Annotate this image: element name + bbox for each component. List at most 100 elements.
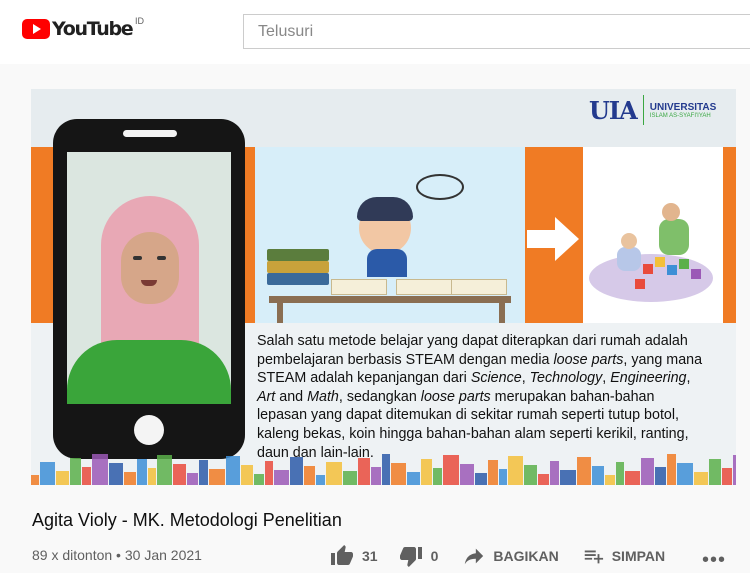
skyline-building <box>524 465 537 485</box>
skyline-building <box>173 464 186 485</box>
skyline-building <box>616 462 624 485</box>
skyline-building <box>31 475 39 485</box>
skyline-building <box>433 468 442 485</box>
skyline-building <box>560 470 576 485</box>
save-button[interactable]: SIMPAN <box>581 545 665 567</box>
skyline-building <box>209 469 225 485</box>
skyline-building <box>92 454 108 485</box>
logo-divider <box>642 95 644 125</box>
university-subname: ISLAM AS-SYAFI'IYAH <box>649 112 711 119</box>
like-count: 31 <box>362 548 378 564</box>
kid-hair <box>357 197 413 221</box>
skyline-building <box>677 463 693 485</box>
skyline-building <box>605 475 615 485</box>
skyline-building <box>137 459 147 485</box>
presenter-webcam <box>67 152 231 404</box>
desk <box>269 296 511 303</box>
skyline-building <box>592 466 604 485</box>
skyline-building <box>667 454 676 485</box>
search-box[interactable] <box>243 14 750 49</box>
university-logo: UIA UNIVERSITAS ISLAM AS-SYAFI'IYAH <box>589 95 716 125</box>
thumbs-up-icon <box>331 545 353 565</box>
skyline-building <box>538 474 549 485</box>
skyline-building <box>274 470 289 485</box>
book-stack <box>267 249 329 294</box>
dislike-button[interactable]: 0 <box>398 544 439 568</box>
paper-sheet <box>331 279 387 295</box>
skyline-building <box>157 455 172 485</box>
share-arrow-icon <box>465 548 484 565</box>
toy-block <box>635 279 645 289</box>
mother-head <box>662 203 680 221</box>
skyline-building <box>371 467 381 485</box>
skyline-building <box>460 464 474 485</box>
skyline-building <box>326 462 342 485</box>
video-title: Agita Violy - MK. Metodologi Penelitian <box>32 510 342 530</box>
skyline-building <box>187 473 198 485</box>
skyline-building <box>70 458 81 485</box>
mother-figure <box>659 219 689 255</box>
skyline-building <box>391 463 406 485</box>
toy-block <box>679 259 689 269</box>
slide-text: Salah satu metode belajar yang dapat dit… <box>257 332 727 462</box>
skyline-building <box>407 472 420 485</box>
skyline-building <box>577 457 591 485</box>
skyline-building <box>488 460 498 485</box>
more-actions-icon[interactable]: ••• <box>702 550 726 570</box>
city-skyline-decoration <box>31 454 736 485</box>
skyline-building <box>290 457 303 485</box>
skyline-building <box>226 456 240 485</box>
skyline-building <box>382 454 390 485</box>
toy-block <box>643 264 653 274</box>
video-player[interactable]: UIA UNIVERSITAS ISLAM AS-SYAFI'IYAH Sala… <box>31 89 736 485</box>
thumbs-down-icon <box>399 547 422 567</box>
share-button[interactable]: BAGIKAN <box>462 545 559 567</box>
youtube-logo[interactable]: YouTube ID <box>22 16 144 40</box>
toy-block <box>667 265 677 275</box>
playlist-add-icon <box>584 550 603 564</box>
slide-line: Art and Math, sedangkan loose parts meru… <box>257 388 655 405</box>
slide-line: lepasan yang dapat ditemukan di sekitar … <box>257 407 680 424</box>
search-input[interactable] <box>258 15 748 48</box>
skyline-building <box>733 455 736 485</box>
masthead: YouTube ID <box>0 0 750 64</box>
university-name: UNIVERSITAS <box>649 101 717 113</box>
skyline-building <box>199 460 208 485</box>
skyline-building <box>148 468 156 485</box>
slide-line: kaleng bekas, koin hingga bahan-bahan al… <box>257 425 689 442</box>
arrow-right-icon <box>527 217 579 261</box>
skyline-building <box>358 458 370 485</box>
dislike-count: 0 <box>430 548 439 564</box>
skyline-building <box>655 467 666 485</box>
skyline-building <box>40 462 55 485</box>
toy-block <box>655 257 665 267</box>
slide-line: pembelajaran berbasis STEAM dengan media… <box>257 351 703 368</box>
skyline-building <box>709 459 721 485</box>
skyline-building <box>109 463 123 485</box>
play-logo-icon <box>22 19 50 39</box>
paper-sheet <box>396 279 452 295</box>
skyline-building <box>499 469 507 485</box>
skyline-building <box>475 473 487 485</box>
video-actions: 31 0 BAGIKAN SIMPAN <box>329 544 665 568</box>
skyline-building <box>508 456 523 485</box>
like-button[interactable]: 31 <box>329 544 378 568</box>
skyline-building <box>343 471 357 485</box>
skyline-building <box>694 472 708 485</box>
logo-text: YouTube <box>52 18 134 40</box>
skyline-building <box>265 461 273 485</box>
phone-home-button <box>134 415 164 445</box>
skyline-building <box>124 472 136 485</box>
skyline-building <box>304 466 315 485</box>
kid-body <box>367 249 407 277</box>
skyline-building <box>254 474 264 485</box>
presenter-face <box>121 232 179 304</box>
phone-speaker <box>123 130 177 137</box>
video-meta: 89 x ditonton • 30 Jan 2021 <box>32 547 202 563</box>
skyline-building <box>722 468 732 485</box>
confused-scribble <box>416 174 464 200</box>
skyline-building <box>82 467 91 485</box>
presenter-shirt <box>67 340 231 404</box>
university-mark: UIA <box>589 95 638 125</box>
country-code: ID <box>135 16 144 26</box>
